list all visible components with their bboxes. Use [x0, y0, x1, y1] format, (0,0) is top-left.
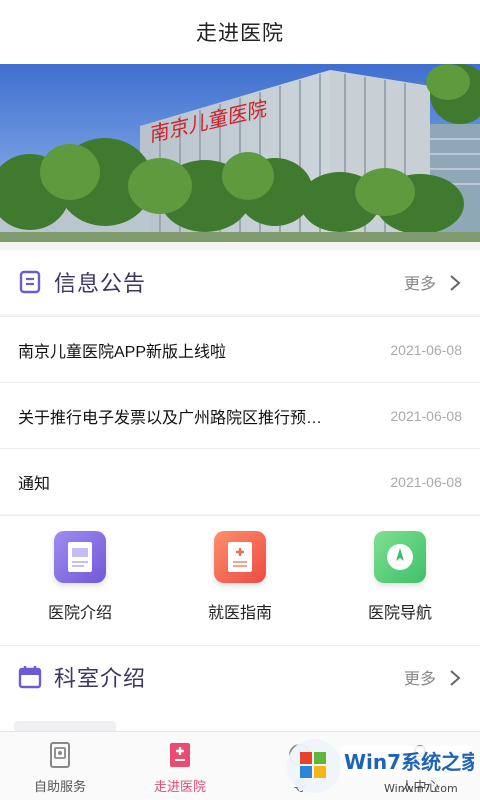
tab-self-service[interactable]: 自助服务	[0, 732, 120, 800]
hospital-info-icon	[167, 741, 193, 769]
notice-list: 南京儿童医院APP新版上线啦 2021-06-08 关于推行电子发票以及广州路院…	[0, 316, 480, 514]
document-icon	[54, 531, 106, 583]
notice-list-item[interactable]: 通知 2021-06-08	[0, 448, 480, 514]
notice-list-item[interactable]: 南京儿童医院APP新版上线啦 2021-06-08	[0, 316, 480, 382]
tab-hospital-info[interactable]: 走进医院	[120, 732, 240, 800]
quick-link-label: 医院导航	[367, 605, 432, 622]
notice-item-title: 关于推行电子发票以及广州路院区推行预…	[18, 409, 323, 427]
notice-list-item[interactable]: 关于推行电子发票以及广州路院区推行预… 2021-06-08	[0, 382, 480, 448]
tab-label: 自助服务	[33, 779, 86, 794]
notice-section-title: 信息公告	[54, 271, 147, 296]
self-service-icon	[47, 741, 73, 769]
calendar-icon	[18, 665, 42, 689]
notice-more-link[interactable]: 更多	[404, 270, 462, 294]
department-more-link[interactable]: 更多	[404, 665, 462, 689]
department-section-header: 科室介绍 更多	[0, 645, 480, 707]
notice-document-icon	[18, 270, 42, 294]
watermark-url: Winwin7.com	[384, 782, 458, 795]
hospital-navigation-button[interactable]: 医院导航	[320, 516, 480, 645]
hospital-building-image: 南京儿童医院	[0, 64, 480, 242]
chevron-right-icon	[448, 669, 462, 686]
watermark-brand: Win7系统之家	[344, 750, 474, 774]
notice-more-label: 更多	[403, 276, 436, 293]
tab-label: 走进医院	[153, 779, 206, 794]
win7-watermark: Win7系统之家 Winwin7.com	[284, 736, 480, 798]
department-more-label: 更多	[403, 670, 436, 688]
quick-link-label: 就医指南	[207, 605, 272, 622]
notice-item-date: 2021-06-08	[390, 407, 462, 424]
notice-section-header: 信息公告 更多	[0, 250, 480, 314]
medical-report-icon	[214, 531, 266, 583]
department-section-title: 科室介绍	[54, 665, 147, 691]
department-list-area	[0, 707, 480, 731]
compass-icon	[374, 531, 426, 583]
notice-item-date: 2021-06-08	[390, 341, 462, 358]
quick-link-label: 医院介绍	[47, 605, 112, 622]
notice-item-date: 2021-06-08	[390, 473, 462, 490]
medical-guide-button[interactable]: 就医指南	[160, 516, 320, 645]
chevron-right-icon	[448, 275, 462, 291]
department-card-edge	[14, 721, 116, 731]
page-title: 走进医院	[196, 22, 284, 45]
notice-item-title: 南京儿童医院APP新版上线啦	[18, 343, 227, 361]
app-header: 走进医院	[0, 0, 480, 64]
notice-item-title: 通知	[18, 475, 51, 493]
hospital-banner[interactable]: 南京儿童医院	[0, 64, 480, 242]
hospital-intro-button[interactable]: 医院介绍	[0, 516, 160, 645]
quick-links: 医院介绍 就医指南 医院导航	[0, 515, 480, 645]
